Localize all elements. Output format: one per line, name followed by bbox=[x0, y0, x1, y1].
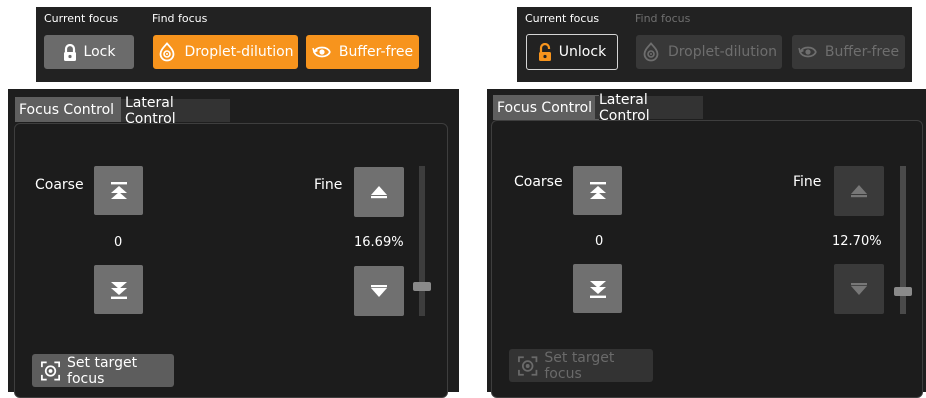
coarse-value: 0 bbox=[114, 235, 123, 250]
coarse-value: 0 bbox=[595, 234, 604, 249]
coarse-label: Coarse bbox=[35, 177, 84, 193]
droplet-dilution-button[interactable]: Droplet-dilution bbox=[153, 35, 298, 69]
focus-control-panel-left: Focus Control Lateral Control Coarse 0 F… bbox=[8, 89, 459, 398]
fine-slider-thumb[interactable] bbox=[413, 282, 431, 291]
buffer-free-label: Buffer-free bbox=[338, 44, 414, 60]
droplet-dilution-label: Droplet-dilution bbox=[667, 44, 778, 60]
droplet-dilution-button[interactable]: Droplet-dilution bbox=[636, 35, 782, 69]
double-arrow-up-icon bbox=[589, 181, 606, 199]
focus-control-content: Coarse 0 Fine 16.69% Set target focus bbox=[14, 123, 448, 398]
unlock-button[interactable]: Unlock bbox=[526, 34, 618, 70]
tab-lateral-control[interactable]: Lateral Control bbox=[121, 95, 230, 127]
lock-button-label: Lock bbox=[83, 44, 116, 60]
tab-lateral-control[interactable]: Lateral Control bbox=[595, 92, 703, 124]
fine-label: Fine bbox=[793, 174, 822, 190]
focus-target-icon bbox=[41, 361, 60, 380]
unlock-icon bbox=[538, 43, 552, 61]
focus-bar-left: Current focus Find focus Lock Droplet-di… bbox=[36, 7, 431, 82]
find-focus-label: Find focus bbox=[152, 12, 208, 25]
fine-label: Fine bbox=[314, 177, 343, 193]
fine-down-button[interactable] bbox=[834, 264, 884, 314]
droplet-target-icon bbox=[641, 42, 661, 62]
buffer-free-label: Buffer-free bbox=[824, 44, 900, 60]
set-target-focus-button[interactable]: Set target focus bbox=[32, 354, 174, 387]
double-arrow-up-icon bbox=[110, 181, 127, 199]
coarse-label: Coarse bbox=[514, 174, 563, 190]
focus-target-icon bbox=[518, 355, 538, 376]
fine-value: 16.69% bbox=[354, 235, 404, 250]
buffer-free-button[interactable]: Buffer-free bbox=[792, 35, 905, 69]
focus-bar-right: Current focus Find focus Unlock Droplet-… bbox=[517, 7, 912, 82]
focus-control-content: Coarse 0 Fine 12.70% Set target focus bbox=[491, 120, 923, 398]
buffer-free-button[interactable]: Buffer-free bbox=[306, 35, 419, 69]
droplet-target-icon bbox=[157, 42, 177, 62]
unlock-button-label: Unlock bbox=[558, 44, 607, 60]
arrow-down-icon bbox=[851, 283, 867, 295]
fine-slider-thumb[interactable] bbox=[894, 287, 912, 296]
droplet-dilution-label: Droplet-dilution bbox=[184, 44, 294, 60]
lock-button[interactable]: Lock bbox=[44, 35, 134, 69]
coarse-up-button[interactable] bbox=[573, 166, 622, 215]
fine-slider-track[interactable] bbox=[419, 166, 425, 316]
current-focus-label: Current focus bbox=[44, 12, 119, 25]
focus-control-panel-right: Focus Control Lateral Control Coarse 0 F… bbox=[487, 89, 926, 398]
coarse-down-button[interactable] bbox=[573, 264, 622, 313]
current-focus-label: Current focus bbox=[525, 12, 600, 25]
find-focus-label: Find focus bbox=[635, 12, 691, 25]
double-arrow-down-icon bbox=[110, 281, 127, 299]
set-target-focus-button[interactable]: Set target focus bbox=[509, 349, 653, 382]
fine-up-button[interactable] bbox=[354, 167, 404, 217]
tab-focus-control[interactable]: Focus Control bbox=[493, 95, 599, 120]
coarse-down-button[interactable] bbox=[94, 265, 143, 314]
set-target-focus-label: Set target focus bbox=[544, 349, 615, 382]
tab-focus-control[interactable]: Focus Control bbox=[15, 97, 121, 122]
arrow-up-icon bbox=[851, 185, 867, 198]
double-arrow-down-icon bbox=[589, 280, 606, 298]
arrow-down-icon bbox=[371, 285, 387, 297]
arrow-up-icon bbox=[371, 186, 387, 199]
coarse-up-button[interactable] bbox=[94, 166, 143, 215]
set-target-focus-label: Set target focus bbox=[67, 354, 138, 387]
fine-down-button[interactable] bbox=[354, 266, 404, 316]
eye-refresh-icon bbox=[312, 44, 332, 60]
fine-value: 12.70% bbox=[832, 234, 882, 249]
fine-up-button[interactable] bbox=[834, 166, 884, 216]
eye-refresh-icon bbox=[798, 44, 818, 60]
lock-icon bbox=[63, 43, 77, 61]
